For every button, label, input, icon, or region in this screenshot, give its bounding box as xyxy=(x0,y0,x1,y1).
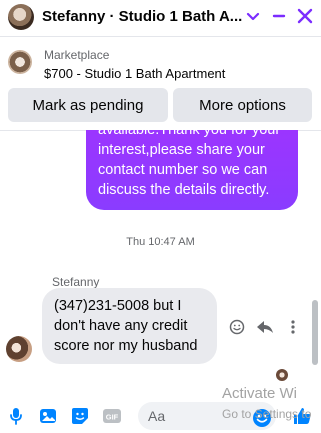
mic-icon[interactable] xyxy=(6,406,26,426)
incoming-message[interactable]: (347)231-5008 but I don't have any credi… xyxy=(42,288,217,364)
gif-icon[interactable]: GIF xyxy=(102,406,122,426)
sender-name: Stefanny xyxy=(52,275,100,289)
listing-thumbnail[interactable] xyxy=(8,50,32,74)
marketplace-label: Marketplace xyxy=(44,48,110,62)
sticker-icon[interactable] xyxy=(70,406,90,426)
message-composer: GIF Aa xyxy=(0,400,321,433)
like-icon[interactable] xyxy=(292,406,312,426)
listing-title[interactable]: $700 - Studio 1 Bath Apartment xyxy=(44,66,225,81)
header-divider xyxy=(0,36,321,37)
message-input-placeholder: Aa xyxy=(148,408,166,424)
reply-icon[interactable] xyxy=(256,318,274,336)
marketplace-banner: Marketplace $700 - Studio 1 Bath Apartme… xyxy=(0,40,321,130)
minimize-icon[interactable] xyxy=(268,5,290,27)
more-options-button[interactable]: More options xyxy=(173,88,312,122)
emoji-icon[interactable] xyxy=(252,408,272,428)
react-icon[interactable] xyxy=(228,318,246,336)
chat-header: Stefanny · Studio 1 Bath A... xyxy=(0,0,321,34)
message-timestamp: Thu 10:47 AM xyxy=(126,236,195,248)
chat-title[interactable]: Stefanny · Studio 1 Bath A... xyxy=(42,8,242,25)
sender-avatar[interactable] xyxy=(6,336,32,362)
more-icon[interactable] xyxy=(284,318,302,336)
gif-label: GIF xyxy=(106,413,119,422)
photo-icon[interactable] xyxy=(38,406,58,426)
message-list[interactable]: available.Thank you for your interest,pl… xyxy=(0,130,321,393)
seen-avatar xyxy=(276,369,288,381)
close-icon[interactable] xyxy=(294,5,316,27)
outgoing-message[interactable]: available.Thank you for your interest,pl… xyxy=(86,130,298,210)
mark-as-pending-button[interactable]: Mark as pending xyxy=(8,88,168,122)
scrollbar[interactable] xyxy=(312,300,318,365)
avatar[interactable] xyxy=(8,4,34,30)
chevron-down-icon[interactable] xyxy=(242,5,264,27)
